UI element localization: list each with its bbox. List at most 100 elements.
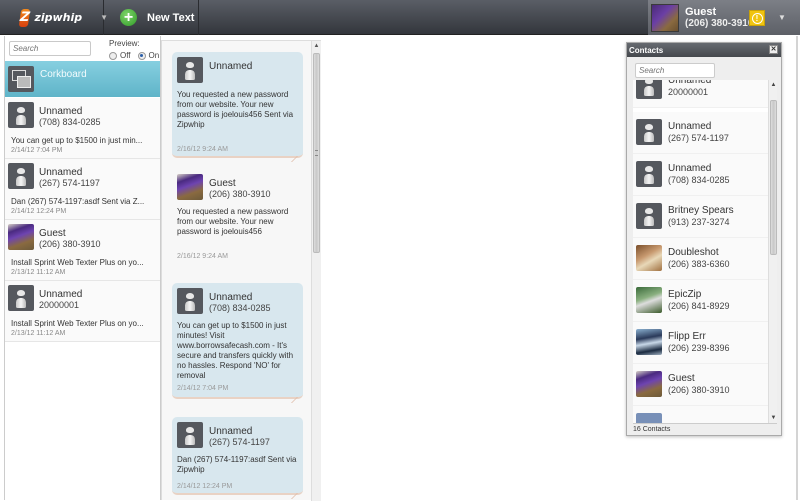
contacts-title: Contacts [629,46,664,55]
contact-name: Guest [668,373,695,384]
contact-item[interactable]: Doubleshot (206) 383-6360 [633,238,768,280]
generic-avatar-icon [177,57,203,83]
contacts-scrollbar[interactable]: ▲ ▼ [768,80,777,423]
preview-toggle: Preview: Off On [109,39,163,60]
conversation-item[interactable]: Unnamed 20000001 Install Sprint Web Text… [5,281,160,342]
message-bubble: Guest (206) 380-3910 You requested a new… [172,169,303,269]
top-bar: Z zipwhip ▼ + New Text Guest (206) 380-3… [0,0,800,35]
preview-off-radio[interactable] [109,51,117,60]
contact-name: Unnamed [668,163,712,174]
contact-name: EpicZip [668,289,702,300]
brand-menu[interactable]: Z zipwhip ▼ [4,0,108,35]
message-sender-phone: (267) 574-1197 [209,437,270,447]
message-bubble: Unnamed You requested a new password fro… [172,52,303,158]
generic-avatar-icon [8,102,34,128]
conversation-item[interactable]: Unnamed (267) 574-1197 Dan (267) 574-119… [5,159,160,220]
photo-avatar [177,174,203,200]
message-scrollbar[interactable]: ▲ [311,41,321,501]
message-time: 2/14/12 12:24 PM [177,483,233,490]
new-text-label: New Text [147,11,195,24]
scrollbar-thumb[interactable] [770,100,777,255]
user-avatar [651,3,679,32]
message-sender-name: Unnamed [209,426,253,437]
zipwhip-logo-icon: Z [18,8,31,27]
chevron-down-icon[interactable]: ▼ [778,13,786,22]
generic-avatar-icon [8,285,34,311]
user-account[interactable]: Guest (206) 380-3910 ! ▼ [648,0,800,35]
alert-glyph: ! [751,12,763,24]
message-sender-name: Unnamed [209,61,253,72]
contact-phone: 20000001 [668,87,709,97]
message-body: Dan (267) 574-1197:asdf Sent via Zipwhip [177,455,297,474]
generic-avatar-icon [177,288,203,314]
contacts-window: Contacts ✕ Unnamed 20000001 Unnamed (267… [626,42,782,436]
conversation-time: 2/14/12 7:04 PM [11,147,63,154]
contacts-header: Contacts ✕ [627,43,781,57]
conversation-item[interactable]: Guest (206) 380-3910 Install Sprint Web … [5,220,160,281]
preview-on-label[interactable]: On [149,51,160,60]
contact-item[interactable]: Unnamed (708) 834-0285 [633,154,768,196]
contact-item[interactable]: Flipp Err (206) 239-8396 [633,322,768,364]
conversation-search-input[interactable] [9,41,91,56]
contacts-count: 16 Contacts [633,423,777,435]
corkboard-icon [8,66,34,92]
generic-avatar-icon [8,163,34,189]
contact-name: Doubleshot [668,247,719,258]
message-bubble: Unnamed (708) 834-0285 You can get up to… [172,283,303,399]
generic-avatar-icon [177,422,203,448]
conversation-snippet: Install Sprint Web Texter Plus on yo... [11,319,144,328]
generic-avatar-icon [636,203,662,229]
preview-off-label[interactable]: Off [120,51,131,60]
message-body: You requested a new password from our we… [177,90,294,129]
conversation-snippet: You can get up to $1500 in just min... [11,136,143,145]
message-sender-phone: (708) 834-0285 [209,303,271,313]
contact-phone: (913) 237-3274 [668,217,730,227]
new-text-button[interactable]: + New Text [106,0,199,35]
conversation-item[interactable]: Unnamed (708) 834-0285 You can get up to… [5,98,160,159]
contact-phone: (267) 574-1197 [668,133,729,143]
generic-avatar-icon [636,119,662,145]
message-sender-phone: (206) 380-3910 [209,189,271,199]
close-icon[interactable]: ✕ [769,45,778,54]
photo-avatar [636,245,662,271]
alert-icon[interactable]: ! [749,10,765,26]
contact-item[interactable]: Unnamed (267) 574-1197 [633,112,768,154]
contact-phone: (206) 380-3910 [668,385,730,395]
conversation-sidebar: Preview: Off On Corkboard Unnamed (708) … [4,36,161,500]
user-phone: (206) 380-3910 [685,17,754,29]
contact-item-partial[interactable] [633,406,768,423]
conversation-phone: 20000001 [39,300,80,310]
contact-name: Britney Spears [668,205,734,216]
photo-avatar [636,287,662,313]
contact-phone: (708) 834-0285 [668,175,730,185]
scrollbar-thumb[interactable] [313,53,320,253]
message-body: You requested a new password from our we… [177,207,289,236]
photo-avatar [636,413,662,423]
contact-name: Unnamed [668,80,712,86]
user-info: Guest (206) 380-3910 [685,6,753,30]
conversation-time: 2/13/12 11:12 AM [11,330,66,337]
conversation-phone: (267) 574-1197 [39,178,100,188]
conversation-name: Unnamed [39,289,83,300]
corkboard-label: Corkboard [40,69,87,80]
photo-avatar [636,371,662,397]
scroll-up-arrow-icon[interactable]: ▲ [312,43,321,51]
preview-on-radio[interactable] [137,51,146,60]
contact-name: Flipp Err [668,331,706,342]
scroll-down-arrow-icon[interactable]: ▼ [769,415,778,421]
message-sender-name: Unnamed [209,292,253,303]
sidebar-item-corkboard[interactable]: Corkboard [5,61,160,97]
conversation-phone: (708) 834-0285 [39,117,101,127]
contact-item[interactable]: Guest (206) 380-3910 [633,364,768,406]
contact-item[interactable]: Britney Spears (913) 237-3274 [633,196,768,238]
scroll-up-arrow-icon[interactable]: ▲ [769,82,778,88]
contact-item[interactable]: Unnamed 20000001 [633,80,768,108]
conversation-name: Unnamed [39,106,83,117]
contacts-search-input[interactable] [635,63,715,78]
conversation-name: Guest [39,228,66,239]
brand-name: zipwhip [34,11,83,24]
user-name: Guest [685,5,717,18]
message-time: 2/14/12 7:04 PM [177,385,229,392]
contact-item[interactable]: EpicZip (206) 841-8929 [633,280,768,322]
message-thread: Unnamed You requested a new password fro… [161,40,321,501]
